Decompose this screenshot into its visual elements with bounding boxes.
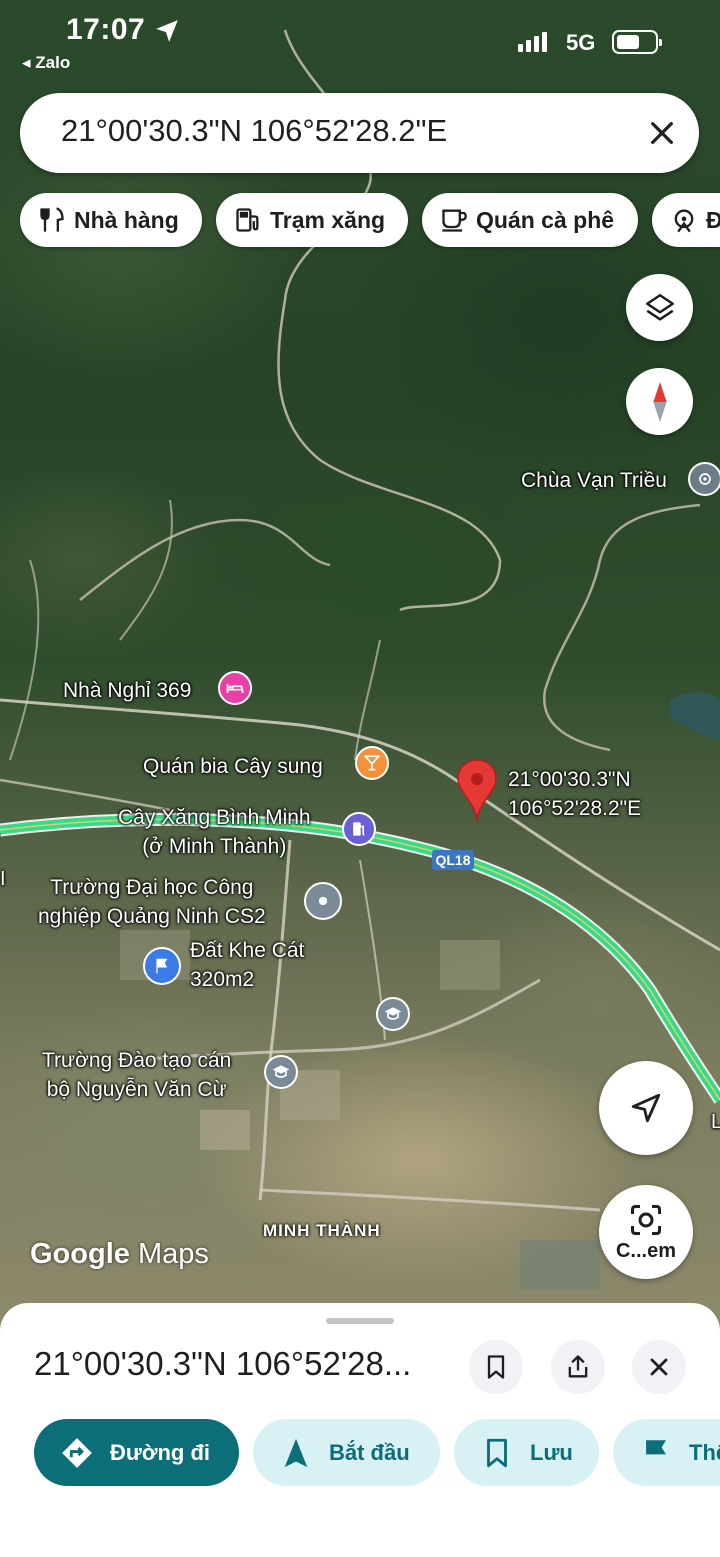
chip-label: Quán cà phê — [476, 206, 615, 233]
pin-label: 21°00'30.3"N 106°52'28.2"E — [508, 765, 641, 823]
chip-label: Nhà hàng — [74, 206, 179, 233]
compass-icon — [652, 381, 667, 422]
flag-icon[interactable] — [143, 947, 181, 985]
edge-label-left: I — [0, 868, 6, 890]
watermark-product: Maps — [137, 1238, 209, 1270]
battery-icon — [612, 30, 662, 54]
my-location-button[interactable] — [599, 1061, 693, 1155]
bookmark-icon — [487, 1438, 507, 1467]
place-label[interactable]: Quán bia Cây sung — [143, 752, 323, 781]
place-subname: 320m2 — [190, 968, 255, 991]
save-button[interactable]: Lưu — [454, 1419, 599, 1486]
search-bar[interactable]: 21°00'30.3"N 106°52'28.2"E — [20, 93, 699, 173]
dropped-pin-icon[interactable] — [456, 758, 498, 824]
navigation-arrow-icon — [631, 1093, 661, 1123]
place-label[interactable]: Đất Khe Cát 320m2 — [190, 936, 304, 994]
place-name: Trường Đào tạo cán — [42, 1049, 232, 1072]
chip-attractions[interactable]: Đ — [652, 193, 720, 247]
place-icon[interactable] — [304, 882, 342, 920]
coffee-icon — [442, 209, 467, 232]
close-sheet-button[interactable] — [632, 1340, 686, 1394]
hotel-icon[interactable] — [218, 671, 252, 705]
area-label: MINH THÀNH — [263, 1221, 381, 1240]
place-label[interactable]: Trường Đại học Công nghiệp Quảng Ninh CS… — [38, 873, 266, 931]
school-icon[interactable] — [376, 997, 410, 1031]
directions-button[interactable]: Đường đi — [34, 1419, 239, 1486]
save-bookmark-button[interactable] — [469, 1340, 523, 1394]
pin-label-lng: 106°52'28.2"E — [508, 797, 642, 820]
school-icon[interactable] — [264, 1055, 298, 1089]
action-label: Lưu — [530, 1439, 573, 1465]
camera-lens-icon — [631, 1204, 661, 1235]
navigation-icon — [284, 1438, 308, 1467]
bottom-sheet[interactable]: 21°00'30.3"N 106°52'28... Đường đi Bắt đ… — [0, 1303, 720, 1557]
lens-label: C...em — [615, 1239, 677, 1262]
google-maps-watermark: Google Maps — [30, 1238, 209, 1271]
signal-icon — [518, 30, 556, 52]
chip-coffee[interactable]: Quán cà phê — [422, 193, 638, 247]
map-view[interactable]: 17:07 ◂ Zalo 5G 21°00'30.3"N 106°52'28.2… — [0, 0, 720, 1330]
sheet-drag-handle[interactable] — [326, 1318, 394, 1324]
chip-label: Đ — [706, 206, 720, 233]
flag-icon — [646, 1439, 666, 1467]
chip-restaurants[interactable]: Nhà hàng — [20, 193, 202, 247]
place-label[interactable]: Chùa Vạn Triều — [521, 466, 667, 495]
share-icon — [568, 1355, 588, 1378]
start-button[interactable]: Bắt đầu — [253, 1419, 440, 1486]
network-type: 5G — [566, 30, 596, 55]
gas-station-icon — [236, 208, 259, 232]
directions-icon — [62, 1437, 92, 1468]
place-label[interactable]: Trường Đào tạo cán bộ Nguyễn Văn Cừ — [42, 1046, 231, 1104]
bookmark-icon — [487, 1355, 505, 1379]
layers-icon — [645, 293, 674, 321]
place-name: Đất Khe Cát — [190, 939, 305, 962]
gas-station-icon[interactable] — [342, 812, 376, 846]
watermark-brand: Google — [30, 1238, 130, 1270]
share-button[interactable] — [551, 1340, 605, 1394]
action-label: Bắt đầu — [329, 1439, 410, 1465]
attraction-icon — [674, 209, 694, 233]
bar-icon[interactable] — [355, 746, 389, 780]
temple-icon[interactable] — [688, 462, 720, 496]
place-subname: (ở Minh Thành) — [142, 835, 287, 858]
action-label: Thê — [689, 1439, 720, 1465]
status-time: 17:07 — [66, 13, 146, 46]
close-icon[interactable] — [646, 117, 678, 149]
layers-button[interactable] — [626, 274, 693, 341]
category-chips: Nhà hàng Trạm xăng Quán cà phê Đ — [20, 193, 720, 247]
place-subname: nghiệp Quảng Ninh CS2 — [38, 905, 266, 928]
lens-button[interactable]: C...em — [599, 1185, 693, 1279]
compass-button[interactable] — [626, 368, 693, 435]
location-arrow-icon — [156, 20, 178, 42]
chip-label: Trạm xăng — [270, 206, 386, 233]
back-to-app[interactable]: ◂ Zalo — [22, 53, 70, 73]
edge-label-right: L — [711, 1111, 720, 1133]
close-icon — [650, 1358, 668, 1376]
pin-label-lat: 21°00'30.3"N — [508, 768, 631, 791]
status-bar: 17:07 ◂ Zalo 5G — [0, 0, 720, 80]
place-label[interactable]: Nhà Nghỉ 369 — [63, 676, 191, 705]
place-name: Trường Đại học Công — [50, 876, 254, 899]
place-label[interactable]: Cây Xăng Bình Minh (ở Minh Thành) — [118, 803, 311, 861]
sheet-title: 21°00'30.3"N 106°52'28... — [34, 1345, 412, 1382]
chip-gas-stations[interactable]: Trạm xăng — [216, 193, 408, 247]
action-label: Đường đi — [110, 1439, 210, 1465]
place-name: Cây Xăng Bình Minh — [118, 806, 311, 829]
search-query[interactable]: 21°00'30.3"N 106°52'28.2"E — [61, 113, 447, 149]
restaurant-icon — [40, 207, 64, 232]
place-subname: bộ Nguyễn Văn Cừ — [46, 1078, 227, 1101]
add-label-button[interactable]: Thê — [613, 1419, 720, 1486]
road-shield: QL18 — [432, 850, 474, 870]
